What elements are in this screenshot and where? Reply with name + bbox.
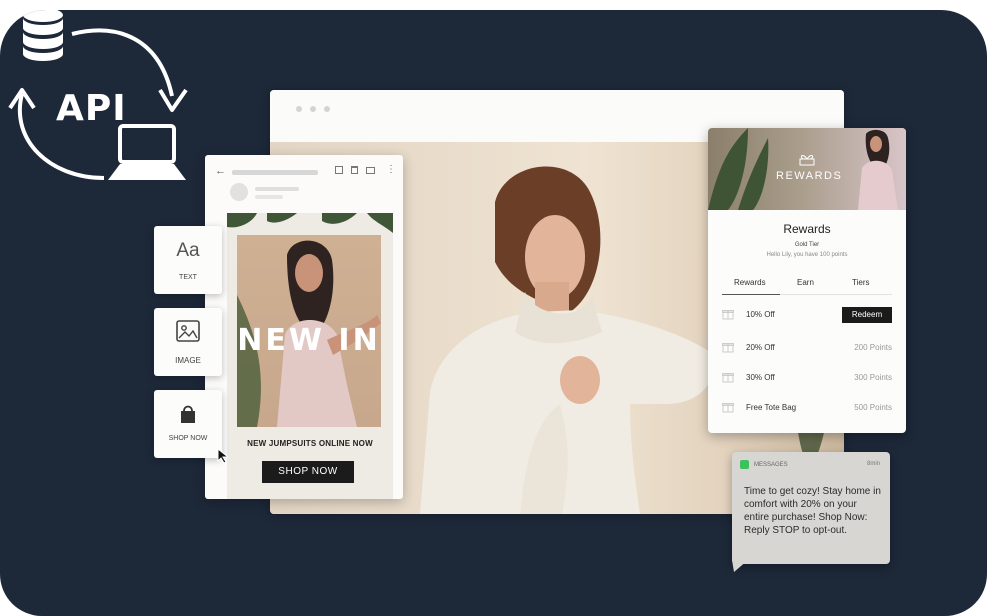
tab-earn[interactable]: Earn bbox=[797, 278, 814, 287]
reward-name: 20% Off bbox=[746, 343, 775, 352]
sms-app-name: MESSAGES bbox=[754, 462, 788, 468]
image-tile-label: IMAGE bbox=[175, 356, 201, 365]
text-block-tile[interactable]: Aa TEXT bbox=[154, 226, 222, 294]
api-label: API bbox=[56, 88, 127, 129]
reward-name: 10% Off bbox=[746, 310, 775, 319]
database-icon bbox=[23, 10, 63, 61]
window-dot bbox=[324, 106, 330, 112]
reward-item: Free Tote Bag 500 Points bbox=[722, 398, 892, 418]
sms-message: Time to get cozy! Stay home in comfort w… bbox=[744, 486, 881, 536]
image-block-tile[interactable]: IMAGE bbox=[154, 308, 222, 376]
hero-canvas: API ← ⋮ NEW IN NEW JUMPSUITS ONLINE NOW … bbox=[0, 10, 987, 616]
gift-icon bbox=[799, 155, 815, 166]
api-badge: API bbox=[0, 10, 200, 210]
text-tile-label: TEXT bbox=[179, 274, 197, 281]
reward-item: 30% Off 300 Points bbox=[722, 368, 892, 388]
laptop-icon bbox=[108, 124, 186, 180]
email-preview: ← ⋮ NEW IN NEW JUMPSUITS ONLINE NOW SHOP… bbox=[205, 155, 403, 499]
promo-image: NEW IN bbox=[237, 235, 381, 427]
rewards-title: Rewards bbox=[783, 222, 831, 236]
mail-icon[interactable] bbox=[366, 167, 375, 174]
reward-item: 20% Off 200 Points bbox=[722, 338, 892, 358]
tab-tiers[interactable]: Tiers bbox=[852, 278, 869, 287]
reward-points: 200 Points bbox=[854, 343, 892, 352]
sms-time: 8min bbox=[866, 461, 880, 467]
reward-name: Free Tote Bag bbox=[746, 403, 797, 412]
tab-divider bbox=[780, 294, 892, 295]
shop-now-block-tile[interactable]: SHOP NOW bbox=[154, 390, 222, 458]
reward-item: 10% Off Redeem bbox=[722, 305, 892, 325]
rewards-banner: REWARDS bbox=[708, 128, 906, 210]
window-dot bbox=[296, 106, 302, 112]
promo-headline: NEW IN bbox=[237, 323, 381, 358]
gift-icon bbox=[722, 403, 734, 413]
email-body: NEW IN NEW JUMPSUITS ONLINE NOW SHOP NOW bbox=[227, 213, 393, 499]
sender-avatar bbox=[230, 183, 248, 201]
active-tab-indicator bbox=[722, 294, 780, 295]
reward-points: 500 Points bbox=[854, 403, 892, 412]
trash-icon[interactable] bbox=[351, 166, 358, 174]
rewards-tier: Gold Tier bbox=[794, 242, 820, 248]
sms-notification: MESSAGES 8min Time to get cozy! Stay hom… bbox=[732, 452, 890, 572]
bubble-tail bbox=[732, 560, 748, 572]
leaf-decoration bbox=[227, 213, 393, 233]
gift-icon bbox=[722, 310, 734, 320]
shop-tile-label: SHOP NOW bbox=[168, 435, 208, 442]
promo-subhead: NEW JUMPSUITS ONLINE NOW bbox=[247, 439, 373, 448]
email-header: ← ⋮ bbox=[205, 155, 403, 211]
reward-points: 300 Points bbox=[854, 373, 892, 382]
archive-icon[interactable] bbox=[335, 166, 343, 174]
back-arrow-icon[interactable]: ← bbox=[215, 165, 226, 177]
rewards-banner-title: REWARDS bbox=[776, 170, 843, 182]
more-icon[interactable]: ⋮ bbox=[386, 164, 396, 175]
gift-icon bbox=[722, 373, 734, 383]
redeem-button[interactable]: Redeem bbox=[842, 307, 892, 323]
messages-app-icon bbox=[740, 460, 749, 469]
tab-rewards[interactable]: Rewards bbox=[734, 278, 766, 287]
window-dot bbox=[310, 106, 316, 112]
subject-placeholder bbox=[232, 170, 318, 175]
banner-illustration bbox=[708, 128, 898, 210]
gift-icon bbox=[722, 343, 734, 353]
reward-name: 30% Off bbox=[746, 373, 775, 382]
rewards-panel: REWARDS Rewards Gold Tier Hello Lily, yo… bbox=[708, 128, 906, 433]
shopping-bag-icon bbox=[181, 405, 195, 423]
sender-placeholder bbox=[255, 195, 283, 199]
rewards-greeting: Hello Lily, you have 100 points bbox=[766, 252, 848, 258]
sender-placeholder bbox=[255, 187, 299, 191]
text-glyph-icon: Aa bbox=[176, 240, 200, 261]
image-icon bbox=[176, 320, 200, 342]
cursor-icon bbox=[217, 448, 230, 464]
shop-now-button[interactable]: SHOP NOW bbox=[262, 461, 354, 483]
